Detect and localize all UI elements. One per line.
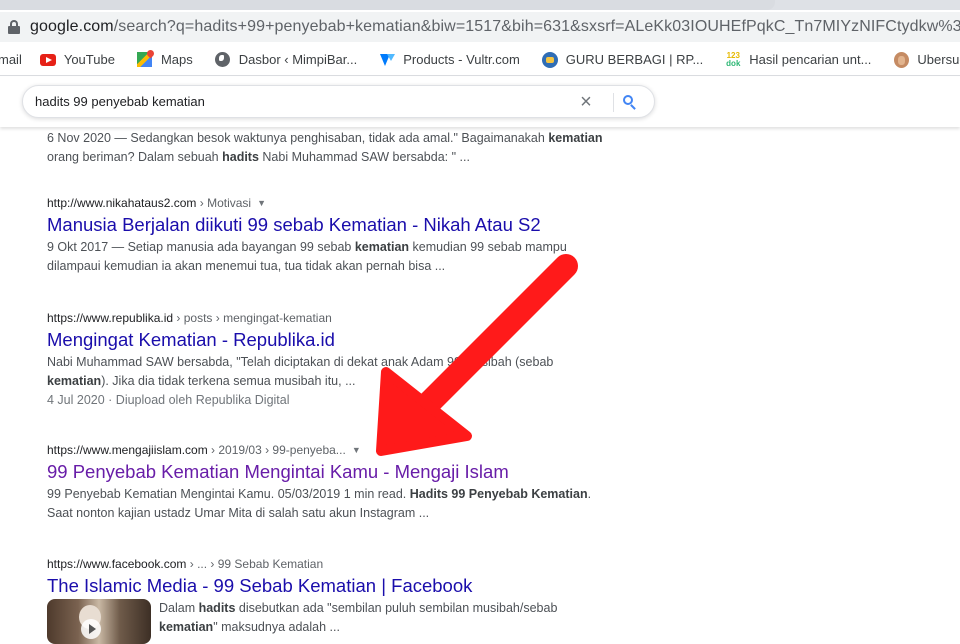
url-host: google.com	[30, 18, 114, 35]
result-url-path: › ... › 99 Sebab Kematian	[186, 557, 324, 571]
bookmark-maps[interactable]: Maps	[137, 52, 193, 68]
result-snippet: 99 Penyebab Kematian Mengintai Kamu. 05/…	[47, 487, 592, 520]
bookmarks-bar: mail YouTube Maps Dasbor ‹ MimpiBar... P…	[0, 44, 960, 76]
bookmark-youtube[interactable]: YouTube	[39, 52, 115, 68]
result-snippet: 6 Nov 2020 — Sedangkan besok waktunya pe…	[47, 131, 603, 164]
bookmark-label: Products - Vultr.com	[403, 52, 520, 67]
url-text[interactable]: google.com/search?q=hadits+99+penyebab+k…	[30, 18, 960, 36]
result-snippet: Nabi Muhammad SAW bersabda, "Telah dicip…	[47, 355, 554, 388]
123dok-icon: 123 dok	[726, 50, 741, 68]
guru-berbagi-icon	[541, 51, 558, 68]
result-title-link[interactable]: 99 Penyebab Kematian Mengintai Kamu - Me…	[47, 459, 607, 485]
result-url-host: http://www.nikahataus2.com	[47, 196, 197, 210]
search-input[interactable]	[35, 94, 535, 109]
result-url[interactable]: https://www.facebook.com › ... › 99 Seba…	[47, 555, 607, 573]
result-url-host: https://www.republika.id	[47, 311, 174, 325]
address-bar[interactable]: google.com/search?q=hadits+99+penyebab+k…	[0, 12, 960, 42]
search-header: ×	[0, 77, 960, 127]
search-icon[interactable]	[619, 92, 641, 114]
bookmark-label: GURU BERBAGI | RP...	[565, 52, 704, 67]
address-bar-row: google.com/search?q=hadits+99+penyebab+k…	[0, 10, 960, 44]
result-url[interactable]: http://www.nikahataus2.com › Motivasi ▼	[47, 194, 607, 212]
bookmark-label: Maps	[160, 52, 193, 67]
result-title-link[interactable]: Mengingat Kematian - Republika.id	[47, 327, 607, 353]
bookmark-gmail[interactable]: mail	[0, 52, 22, 67]
caret-down-icon[interactable]: ▼	[257, 198, 266, 208]
bookmark-label: Ubersuggest	[917, 52, 960, 67]
divider	[613, 93, 614, 112]
result-url-path: › Motivasi	[196, 196, 252, 210]
result-item: https://www.republika.id › posts › mengi…	[47, 309, 607, 410]
result-item: 6 Nov 2020 — Sedangkan besok waktunya pe…	[47, 129, 607, 167]
search-box: ×	[22, 85, 655, 118]
bookmark-label: Hasil pencarian unt...	[749, 52, 872, 67]
result-snippet: 9 Okt 2017 — Setiap manusia ada bayangan…	[47, 240, 567, 273]
result-url-path: › 2019/03 › 99-penyeba...	[207, 443, 346, 457]
result-item: http://www.nikahataus2.com › Motivasi ▼ M…	[47, 194, 607, 276]
result-url-path: › posts › mengingat-kematian	[173, 311, 332, 325]
bookmark-label: mail	[0, 52, 22, 67]
ubersuggest-icon	[893, 51, 909, 68]
bookmark-123dok[interactable]: 123 dok Hasil pencarian unt...	[725, 50, 872, 68]
result-snippet: Dalam hadits disebutkan ada "sembilan pu…	[159, 601, 558, 634]
play-icon[interactable]	[81, 619, 101, 639]
active-tab[interactable]	[0, 0, 775, 10]
vultr-icon	[379, 52, 396, 68]
result-url[interactable]: https://www.republika.id › posts › mengi…	[47, 309, 607, 327]
video-thumbnail[interactable]	[47, 599, 151, 644]
lock-icon[interactable]	[8, 20, 20, 34]
result-item: https://www.mengajiislam.com › 2019/03 ›…	[47, 441, 607, 523]
result-title-link[interactable]: The Islamic Media - 99 Sebab Kematian | …	[47, 573, 607, 599]
result-date: 4 Jul 2020 · Diupload oleh Republika Dig…	[47, 393, 290, 407]
clear-search-button[interactable]: ×	[576, 92, 596, 112]
url-path: /search?q=hadits+99+penyebab+kematian&bi…	[113, 18, 960, 35]
youtube-icon	[39, 52, 56, 68]
result-url-host: https://www.facebook.com	[47, 557, 187, 571]
bookmark-vultr[interactable]: Products - Vultr.com	[379, 52, 520, 68]
result-body: Dalam hadits disebutkan ada "sembilan pu…	[47, 599, 607, 644]
result-url[interactable]: https://www.mengajiislam.com › 2019/03 ›…	[47, 441, 607, 459]
result-item: https://www.facebook.com › ... › 99 Seba…	[47, 555, 607, 644]
bookmark-label: YouTube	[63, 52, 115, 67]
bookmark-label: Dasbor ‹ MimpiBar...	[238, 52, 358, 67]
result-url-host: https://www.mengajiislam.com	[47, 443, 208, 457]
result-title-link[interactable]: Manusia Berjalan diikuti 99 sebab Kemati…	[47, 212, 607, 238]
bookmark-dasbor[interactable]: Dasbor ‹ MimpiBar...	[215, 52, 357, 68]
maps-icon	[137, 52, 153, 68]
caret-down-icon[interactable]: ▼	[352, 445, 361, 455]
bookmark-ubersuggest[interactable]: Ubersuggest	[893, 51, 960, 68]
globe-icon	[215, 52, 231, 68]
bookmark-guru-berbagi[interactable]: GURU BERBAGI | RP...	[541, 51, 704, 68]
